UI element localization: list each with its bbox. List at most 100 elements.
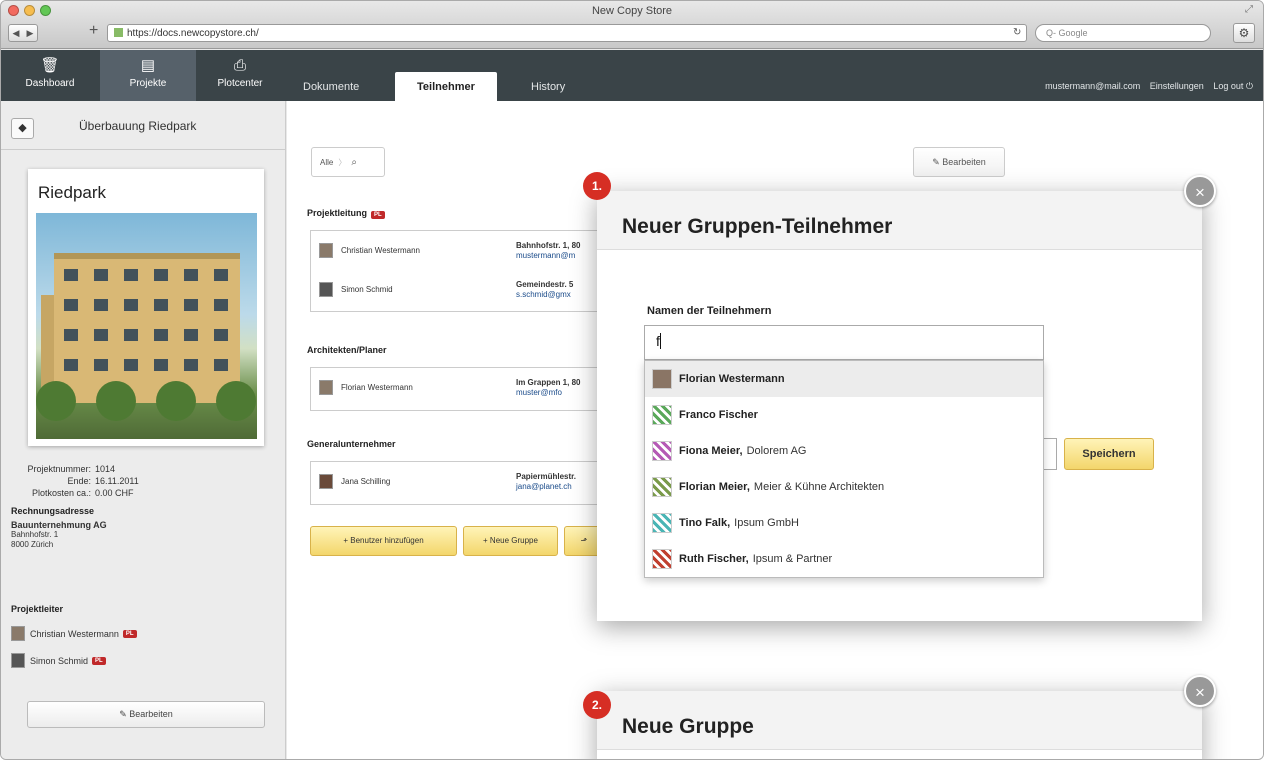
email[interactable]: jana@planet.ch (516, 482, 576, 492)
search-field[interactable]: Q- Google (1035, 24, 1211, 42)
tab-history[interactable]: History (531, 72, 565, 101)
meta-value: 1014 (95, 464, 116, 474)
section-title-text: Projektleitung (307, 208, 368, 218)
leads-heading: Projektleiter (11, 604, 64, 614)
participant-name-input[interactable]: f (644, 325, 1044, 360)
window (64, 269, 78, 281)
email[interactable]: muster@mfo (516, 388, 580, 398)
dialog-title: Neuer Gruppen-Teilnehmer (597, 191, 1202, 250)
participant-row[interactable]: Jana Schilling Papiermühlestr. jana@plane… (311, 462, 609, 501)
window (154, 359, 168, 371)
suggestion-item[interactable]: Franco Fischer (645, 397, 1043, 433)
participant-dialog: Neuer Gruppen-Teilnehmer Namen der Teiln… (597, 191, 1202, 621)
avatar (11, 653, 25, 668)
participant-row[interactable]: Florian Westermann Im Grappen 1, 80 muste… (311, 368, 609, 407)
suggestion-item[interactable]: Ruth Fischer, Ipsum & Partner (645, 541, 1043, 577)
back-arrow-icon[interactable]: ◀ (13, 28, 20, 39)
back-forward-buttons[interactable]: ◀ ▶ (8, 24, 38, 42)
edit-button[interactable]: ✎ Bearbeiten (913, 147, 1005, 177)
user-email[interactable]: mustermann@mail.com (1045, 81, 1140, 91)
pl-badge: PL (92, 656, 106, 665)
window (94, 359, 108, 371)
close-icon[interactable]: × (1184, 175, 1216, 207)
text-caret (659, 333, 661, 349)
nav-projekte-label: Projekte (129, 78, 167, 89)
plotter-icon: ⎙ (233, 57, 246, 74)
suggestion-company: Meier & Kühne Architekten (753, 481, 885, 493)
settings-link[interactable]: Einstellungen (1150, 81, 1204, 91)
tree (156, 381, 196, 421)
meta-row: Projektnummer: 1014 (1, 463, 139, 475)
nav-projekte[interactable]: ▤ Projekte (100, 50, 196, 101)
window-title: New Copy Store (591, 5, 673, 17)
participant-row[interactable]: Christian Westermann Bahnhofstr. 1, 80 mu… (311, 231, 609, 270)
url-text: https://docs.newcopystore.ch/ (127, 28, 259, 39)
search-icon[interactable]: ⌕ (351, 157, 357, 168)
sidebar-edit-label: Bearbeiten (129, 709, 173, 719)
suggestion-company: Dolorem AG (746, 445, 807, 457)
window (94, 329, 108, 341)
back-button[interactable]: ◆ (11, 118, 34, 139)
nav-plotcenter[interactable]: ⎙ Plotcenter (197, 50, 283, 101)
gear-icon[interactable]: ⚙ (1233, 23, 1255, 43)
logout-link[interactable]: Log out ⏻ (1213, 81, 1253, 91)
filter-label: Alle (320, 158, 334, 167)
participant-name: Christian Westermann (341, 246, 420, 255)
save-button[interactable]: Speichern (1064, 438, 1154, 470)
tab-dokumente[interactable]: Dokumente (303, 72, 359, 101)
export-icon: ⬏ (580, 536, 588, 545)
window (214, 299, 228, 311)
window (124, 269, 138, 281)
trash-icon: 🗑 (40, 57, 60, 74)
sidebar-edit-button[interactable]: ✎ Bearbeiten (27, 701, 265, 728)
window (214, 359, 228, 371)
avatar (319, 474, 333, 489)
tab-teilnehmer[interactable]: Teilnehmer (395, 72, 497, 101)
suggestion-item[interactable]: Florian Westermann (645, 361, 1043, 397)
window (124, 359, 138, 371)
reload-icon[interactable]: ↻ (1013, 27, 1021, 38)
suggestion-name: Florian Westermann (679, 373, 785, 385)
filter-control[interactable]: Alle 〉 ⌕ (311, 147, 385, 177)
printer-icon: ▤ (140, 57, 156, 74)
email[interactable]: s.schmid@gmx (516, 290, 573, 300)
suggestion-name: Tino Falk, (679, 517, 731, 529)
suggestion-name: Florian Meier, (679, 481, 750, 493)
divider (1, 149, 285, 150)
participant-row[interactable]: Simon Schmid Gemeindestr. 5 s.schmid@gmx (311, 270, 609, 309)
suggestion-item[interactable]: Florian Meier, Meier & Kühne Architekten (645, 469, 1043, 505)
user-menu: mustermann@mail.com Einstellungen Log ou… (1038, 81, 1253, 92)
suggestion-item[interactable]: Tino Falk, Ipsum GmbH (645, 505, 1043, 541)
lead-item[interactable]: Simon Schmid PL (11, 653, 106, 668)
address: Bahnhofstr. 1, 80 (516, 240, 581, 250)
section-title: Architekten/Planer (307, 345, 387, 355)
participant-contact: Gemeindestr. 5 s.schmid@gmx (516, 280, 573, 300)
address-bar[interactable]: https://docs.newcopystore.ch/ (107, 24, 1027, 42)
participant-name: Florian Westermann (341, 383, 413, 392)
window (184, 359, 198, 371)
billing-line: Bauunternehmung AG (11, 520, 107, 530)
close-icon[interactable]: × (1184, 675, 1216, 707)
billing-line: Bahnhofstr. 1 (11, 530, 59, 539)
new-group-button[interactable]: + Neue Gruppe (463, 526, 558, 556)
add-user-button[interactable]: + Benutzer hinzufügen (310, 526, 457, 556)
identicon-icon (652, 405, 672, 425)
window (154, 269, 168, 281)
group-input[interactable] (1043, 438, 1057, 470)
forward-arrow-icon[interactable]: ▶ (27, 28, 34, 39)
meta-value: 16.11.2011 (95, 476, 139, 486)
app-navigation: 🗑 Dashboard ▤ Projekte ⎙ Plotcenter Doku… (1, 50, 1263, 101)
fullscreen-icon[interactable]: ⤢ (1245, 4, 1253, 15)
step-badge: 1. (583, 172, 611, 200)
billing-heading: Rechnungsadresse (11, 506, 95, 516)
lead-item[interactable]: Christian Westermann PL (11, 626, 137, 641)
dialog-title: Neue Gruppe (597, 691, 1202, 750)
window (64, 299, 78, 311)
suggestion-item[interactable]: Fiona Meier, Dolorem AG (645, 433, 1043, 469)
project-meta: Projektnummer: 1014 Ende: 16.11.2011 Plotk… (1, 463, 139, 499)
nav-dashboard[interactable]: 🗑 Dashboard (1, 50, 99, 101)
new-tab-button[interactable]: + (89, 22, 98, 40)
email[interactable]: mustermann@m (516, 251, 580, 261)
project-title: Überbauung Riedpark (79, 119, 197, 133)
nav-plotcenter-label: Plotcenter (217, 78, 263, 89)
